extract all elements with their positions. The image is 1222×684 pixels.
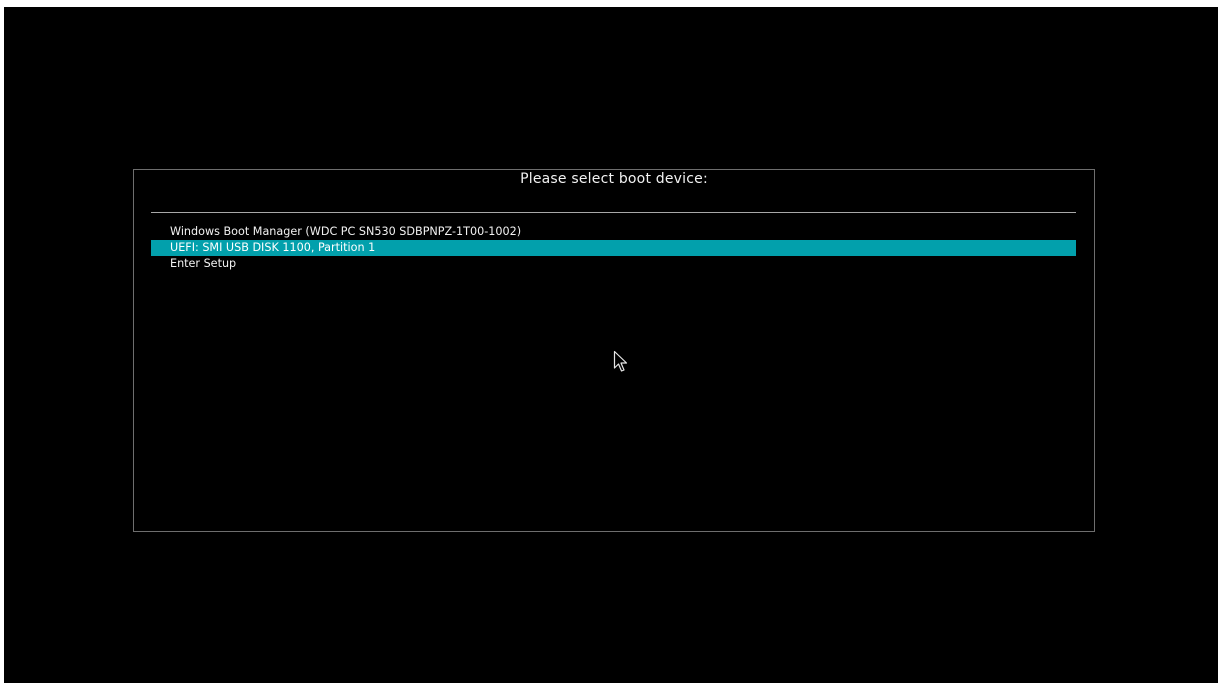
- bios-screen: Please select boot device: Windows Boot …: [4, 7, 1218, 683]
- boot-option-windows-boot-manager[interactable]: Windows Boot Manager (WDC PC SN530 SDBPN…: [151, 224, 1076, 240]
- title-divider: [151, 212, 1076, 213]
- boot-device-list: Windows Boot Manager (WDC PC SN530 SDBPN…: [151, 224, 1076, 272]
- boot-option-enter-setup[interactable]: Enter Setup: [151, 256, 1076, 272]
- mouse-pointer-icon: [613, 350, 628, 372]
- boot-option-uefi-usb-disk[interactable]: UEFI: SMI USB DISK 1100, Partition 1: [151, 240, 1076, 256]
- boot-menu-title: Please select boot device:: [520, 171, 708, 187]
